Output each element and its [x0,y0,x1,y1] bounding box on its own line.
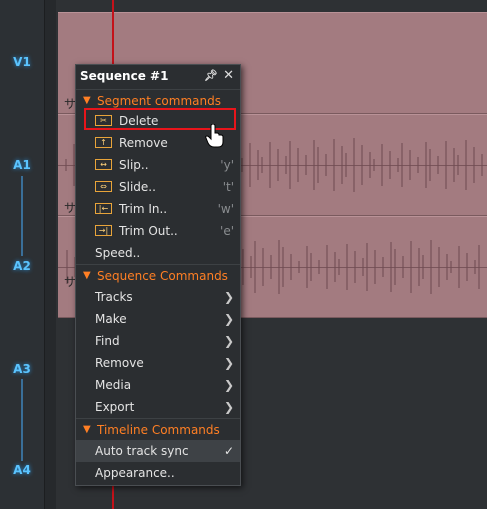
menu-item-appearance[interactable]: Appearance.. [76,462,240,484]
chevron-right-icon: ❯ [223,312,234,326]
chevron-right-icon: ❯ [223,290,234,304]
slip-icon: ↔ [95,159,112,170]
menu-title-bar: Sequence #1 📌︎ ✕ [76,65,240,87]
track-label-v1[interactable]: V1 [0,55,44,69]
chevron-right-icon: ❯ [223,334,234,348]
menu-item-trim-out[interactable]: →| Trim Out.. 'e' [76,220,240,242]
menu-title: Sequence #1 [80,69,169,83]
trim-in-icon: |← [95,203,112,214]
remove-segment-icon: ↑ [95,137,112,148]
menu-item-slip[interactable]: ↔ Slip.. 'y' [76,154,240,176]
section-sequence-commands[interactable]: ▼ Sequence Commands [76,264,240,286]
track-label-a2[interactable]: A2 [0,259,44,273]
menu-item-slide[interactable]: ⇔ Slide.. 't' [76,176,240,198]
triangle-down-icon: ▼ [83,424,91,435]
pin-icon[interactable]: 📌︎ [204,65,218,87]
track-label-a3[interactable]: A3 [0,362,44,376]
chevron-right-icon: ❯ [223,356,234,370]
track-header-panel: V1 A1 A2 A3 A4 [0,0,44,509]
checkmark-icon: ✓ [223,444,234,458]
menu-item-find[interactable]: Find ❯ [76,330,240,352]
close-icon[interactable]: ✕ [223,65,234,87]
chevron-right-icon: ❯ [223,378,234,392]
menu-item-media[interactable]: Media ❯ [76,374,240,396]
menu-item-export[interactable]: Export ❯ [76,396,240,418]
menu-item-make[interactable]: Make ❯ [76,308,240,330]
menu-item-trim-in[interactable]: |← Trim In.. 'w' [76,198,240,220]
track-link-line [21,379,23,461]
track-label-a1[interactable]: A1 [0,158,44,172]
menu-item-auto-track-sync[interactable]: Auto track sync ✓ [76,440,240,462]
section-timeline-commands[interactable]: ▼ Timeline Commands [76,418,240,440]
track-link-line [21,176,23,256]
chevron-right-icon: ❯ [223,400,234,414]
hand-pointer-icon [205,124,224,148]
trim-out-icon: →| [95,225,112,236]
menu-item-remove-submenu[interactable]: Remove ❯ [76,352,240,374]
triangle-down-icon: ▼ [83,270,91,281]
slide-icon: ⇔ [95,181,112,192]
menu-item-tracks[interactable]: Tracks ❯ [76,286,240,308]
menu-item-speed[interactable]: Speed.. [76,242,240,264]
track-label-a4[interactable]: A4 [0,463,44,477]
